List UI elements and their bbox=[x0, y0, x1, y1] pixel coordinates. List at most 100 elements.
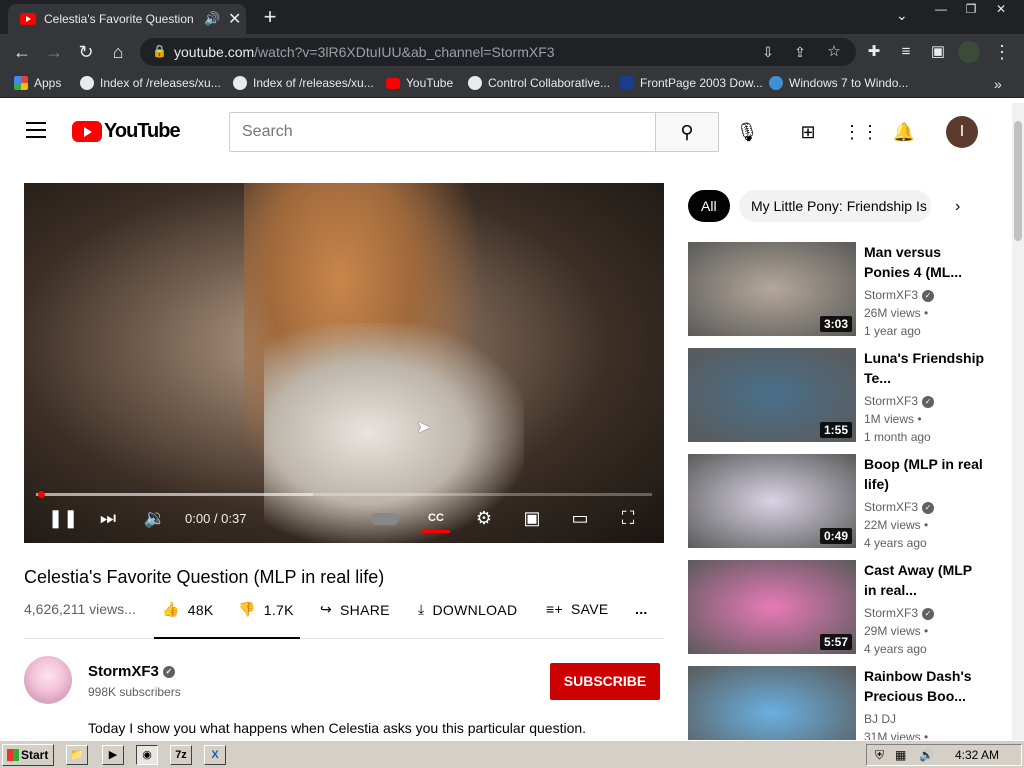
speaker-icon[interactable]: 🔊 bbox=[204, 11, 220, 27]
rec-channel[interactable]: BJ DJ bbox=[864, 712, 896, 726]
recommended-video[interactable]: 1:55 Luna's Friendship Te... StormXF3 ✓ 1M v… bbox=[688, 348, 1008, 444]
progress-bar[interactable] bbox=[36, 491, 652, 498]
tray-volume-icon[interactable]: 🔊 bbox=[919, 748, 934, 762]
volume-icon[interactable]: 🔉 bbox=[141, 505, 169, 531]
close-tab-icon[interactable]: ✕ bbox=[228, 9, 241, 29]
save-button[interactable]: ≡+ SAVE bbox=[546, 601, 608, 617]
video-thumbnail[interactable]: 1:55 bbox=[688, 348, 856, 442]
app-task-icon[interactable]: X bbox=[204, 745, 226, 765]
forward-icon[interactable]: → bbox=[42, 40, 66, 64]
rec-title[interactable]: Man versus Ponies 4 (ML... bbox=[864, 242, 984, 282]
more-actions-button[interactable]: ... bbox=[635, 601, 648, 617]
side-panel-icon[interactable]: ▣ bbox=[926, 40, 950, 64]
windows-taskbar: Start 📁 ▶ ◉ 7z X ⛨ ▦ 🔊 4:32 AM bbox=[0, 740, 1024, 768]
media-controls-icon[interactable]: ≡ bbox=[894, 40, 918, 64]
start-button[interactable]: Start bbox=[2, 744, 54, 766]
7zip-task-icon[interactable]: 7z bbox=[170, 745, 192, 765]
recommended-video[interactable]: 0:49 Boop (MLP in real life) StormXF3 ✓ 22M … bbox=[688, 454, 1008, 550]
new-tab-button[interactable]: + bbox=[258, 4, 282, 29]
scrollbar-thumb[interactable] bbox=[1014, 121, 1022, 241]
address-bar[interactable]: 🔒 youtube.com/watch?v=3lR6XDtuIUU&ab_cha… bbox=[140, 38, 856, 66]
settings-gear-icon[interactable]: ⚙ bbox=[470, 505, 498, 531]
chevron-right-icon[interactable]: › bbox=[955, 198, 960, 216]
chip-mlp[interactable]: My Little Pony: Friendship Is bbox=[739, 190, 931, 222]
rec-channel[interactable]: StormXF3 ✓ bbox=[864, 288, 935, 302]
theater-mode-icon[interactable]: ▭ bbox=[566, 505, 594, 531]
install-app-icon[interactable]: ⇩ bbox=[756, 40, 780, 64]
bookmark-item[interactable]: Control Collaborative... bbox=[468, 76, 610, 90]
extensions-icon[interactable]: ✚ bbox=[862, 40, 886, 64]
bookmark-apps[interactable]: Apps bbox=[14, 76, 61, 90]
pause-icon[interactable]: ❚❚ bbox=[48, 505, 78, 531]
tray-network-icon[interactable]: ▦ bbox=[895, 748, 906, 762]
video-thumbnail[interactable]: 3:03 bbox=[688, 242, 856, 336]
bookmark-item[interactable]: Windows 7 to Windo... bbox=[769, 76, 908, 90]
chrome-task-icon[interactable]: ◉ bbox=[136, 745, 158, 765]
minimize-button[interactable]: — bbox=[926, 0, 956, 18]
hamburger-menu-icon[interactable] bbox=[26, 122, 46, 138]
create-video-icon[interactable]: ⊞ bbox=[795, 119, 821, 145]
home-icon[interactable]: ⌂ bbox=[106, 40, 130, 64]
apps-grid-icon[interactable]: ⋮⋮ bbox=[843, 119, 879, 145]
url-text[interactable]: youtube.com/watch?v=3lR6XDtuIUU&ab_chann… bbox=[174, 44, 555, 60]
miniplayer-icon[interactable]: ▣ bbox=[518, 505, 546, 531]
lock-icon[interactable]: 🔒 bbox=[152, 44, 167, 58]
share-button[interactable]: ↪ SHARE bbox=[320, 601, 390, 618]
rec-title[interactable]: Luna's Friendship Te... bbox=[864, 348, 984, 388]
bookmark-star-icon[interactable]: ☆ bbox=[822, 40, 846, 64]
tray-security-icon[interactable]: ⛨ bbox=[875, 748, 884, 763]
recommended-video[interactable]: 5:57 Cast Away (MLP in real... StormXF3 ✓ 29… bbox=[688, 560, 1008, 656]
bookmark-item[interactable]: FrontPage 2003 Dow... bbox=[620, 76, 763, 90]
rec-title[interactable]: Cast Away (MLP in real... bbox=[864, 560, 984, 600]
menu-kebab-icon[interactable]: ⋮ bbox=[990, 40, 1014, 64]
close-window-button[interactable]: ✕ bbox=[986, 0, 1016, 18]
recommended-video[interactable]: Rainbow Dash's Precious Boo... BJ DJ 31M v… bbox=[688, 666, 1008, 740]
reload-icon[interactable]: ↻ bbox=[74, 40, 98, 64]
progress-scrubber[interactable] bbox=[38, 491, 45, 498]
view-count[interactable]: 4,626,211 views... bbox=[24, 601, 136, 617]
share-page-icon[interactable]: ⇪ bbox=[788, 40, 812, 64]
video-thumbnail[interactable] bbox=[688, 666, 856, 740]
restore-button[interactable]: ❐ bbox=[956, 0, 986, 18]
channel-name[interactable]: StormXF3 ✓ bbox=[88, 663, 175, 680]
closed-captions-icon[interactable]: CC bbox=[422, 505, 450, 533]
page-scrollbar[interactable] bbox=[1012, 103, 1024, 740]
rec-title[interactable]: Boop (MLP in real life) bbox=[864, 454, 984, 494]
video-thumbnail[interactable]: 0:49 bbox=[688, 454, 856, 548]
rec-channel[interactable]: StormXF3 ✓ bbox=[864, 394, 935, 408]
profile-icon[interactable] bbox=[958, 41, 980, 63]
video-description[interactable]: Today I show you what happens when Celes… bbox=[88, 720, 586, 736]
dislike-button[interactable]: 👎 1.7K bbox=[238, 601, 294, 618]
bookmark-youtube[interactable]: YouTube bbox=[386, 76, 453, 90]
bookmark-item[interactable]: Index of /releases/xu... bbox=[80, 76, 221, 90]
mouse-cursor-icon: ➤ bbox=[416, 417, 432, 437]
download-button[interactable]: ⤓ DOWNLOAD bbox=[418, 601, 517, 618]
next-video-icon[interactable]: ⏭ bbox=[94, 505, 122, 531]
video-thumbnail[interactable]: 5:57 bbox=[688, 560, 856, 654]
subscribe-button[interactable]: SUBSCRIBE bbox=[550, 663, 660, 700]
explorer-quicklaunch-icon[interactable]: 📁 bbox=[66, 745, 88, 765]
notifications-bell-icon[interactable]: 🔔 bbox=[891, 119, 917, 145]
recommended-video[interactable]: 3:03 Man versus Ponies 4 (ML... StormXF3 ✓ 2… bbox=[688, 242, 1008, 338]
rec-channel[interactable]: StormXF3 ✓ bbox=[864, 606, 935, 620]
media-player-quicklaunch-icon[interactable]: ▶ bbox=[102, 745, 124, 765]
search-input[interactable] bbox=[229, 112, 656, 152]
account-avatar[interactable]: I bbox=[946, 116, 978, 148]
search-button[interactable]: ⚲ bbox=[655, 112, 719, 152]
chip-all[interactable]: All bbox=[688, 190, 730, 222]
rec-title[interactable]: Rainbow Dash's Precious Boo... bbox=[864, 666, 984, 706]
microphone-icon[interactable]: 🎙 bbox=[734, 119, 760, 145]
back-icon[interactable]: ← bbox=[10, 40, 34, 64]
bookmarks-overflow-button[interactable]: » bbox=[994, 76, 1002, 92]
rec-channel[interactable]: StormXF3 ✓ bbox=[864, 500, 935, 514]
channel-avatar[interactable] bbox=[24, 656, 72, 704]
bookmark-item[interactable]: Index of /releases/xu... bbox=[233, 76, 374, 90]
youtube-logo[interactable]: YouTube bbox=[72, 120, 181, 143]
browser-tab[interactable]: Celestia's Favorite Question (M 🔊 ✕ bbox=[8, 4, 246, 34]
video-player[interactable]: ➤ ❚❚ ⏭ 🔉 0:00 / 0:37 CC ⚙ ▣ ▭ ⛶ bbox=[24, 183, 664, 543]
tab-search-chevron-icon[interactable]: ⌄ bbox=[896, 7, 908, 24]
like-button[interactable]: 👍 48K bbox=[162, 601, 214, 618]
fullscreen-icon[interactable]: ⛶ bbox=[614, 505, 642, 531]
autoplay-toggle[interactable] bbox=[370, 505, 400, 531]
youtube-favicon-icon bbox=[20, 13, 36, 25]
